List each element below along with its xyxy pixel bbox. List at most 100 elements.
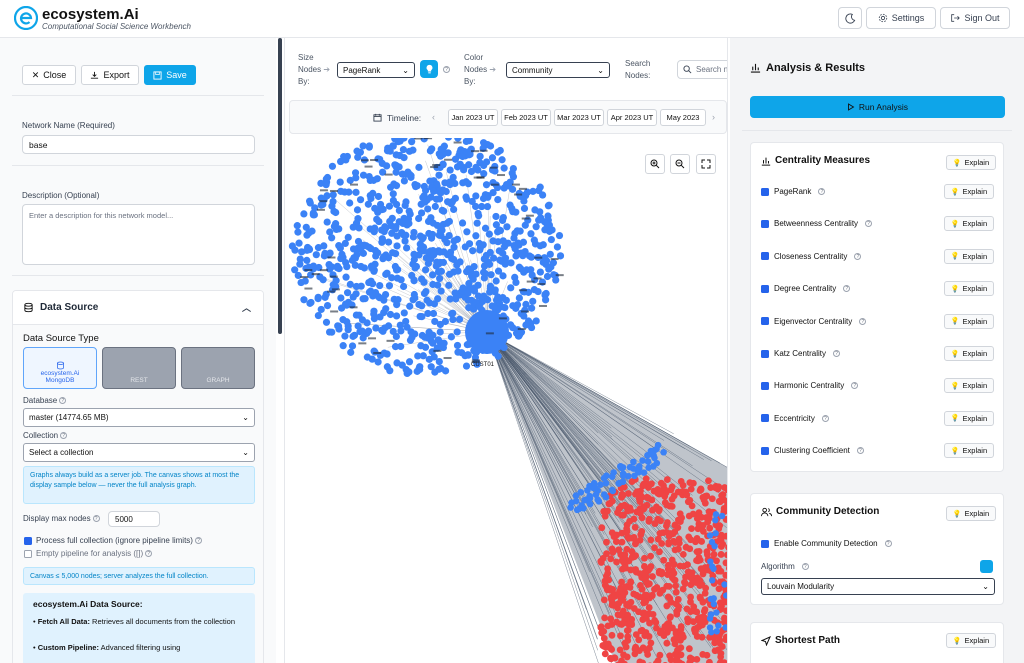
measure-explain-button[interactable]: 💡 Explain	[944, 443, 994, 459]
graph-node	[651, 544, 658, 552]
graph-node	[660, 448, 667, 456]
measure-checkbox[interactable]	[761, 349, 769, 358]
measure-checkbox[interactable]	[761, 414, 769, 423]
size-nodes-select[interactable]: PageRank ⌄	[337, 62, 415, 78]
measure-checkbox[interactable]	[761, 187, 769, 196]
graph-node	[645, 604, 653, 611]
close-icon: ✕	[31, 69, 40, 80]
theme-toggle-button[interactable]	[838, 7, 862, 29]
graph-node	[305, 229, 313, 237]
color-nodes-select[interactable]: Community ⌄	[506, 62, 610, 78]
export-button[interactable]: Export	[81, 65, 139, 85]
timeline-date[interactable]: Mar 2023 UT	[554, 109, 604, 126]
measure-row[interactable]: Harmonic Centrality?	[761, 381, 859, 390]
measure-checkbox[interactable]	[761, 252, 769, 261]
size-explain-button[interactable]	[420, 60, 438, 78]
measure-explain-button[interactable]: 💡 Explain	[944, 410, 994, 426]
close-button[interactable]: ✕ Close	[22, 65, 76, 85]
measure-row[interactable]: Closeness Centrality?	[761, 252, 862, 261]
graph-node	[411, 294, 419, 302]
measure-row[interactable]: Eigenvector Centrality?	[761, 317, 867, 326]
measure-explain-button[interactable]: 💡 Explain	[944, 378, 994, 394]
measure-explain-button[interactable]: 💡 Explain	[944, 281, 994, 297]
graph-node	[425, 355, 433, 363]
graph-node	[370, 227, 378, 235]
measure-row[interactable]: Katz Centrality?	[761, 349, 841, 358]
zoom-out-button[interactable]	[670, 154, 690, 174]
graph-node	[666, 614, 674, 622]
timeline-date[interactable]: May 2023	[660, 109, 706, 126]
network-graph[interactable]: CUST01	[285, 138, 728, 663]
enable-community-checkbox[interactable]	[761, 539, 769, 548]
collection-select[interactable]: Select a collection ⌄	[23, 443, 255, 462]
save-button[interactable]: Save	[144, 65, 196, 85]
sign-out-button[interactable]: Sign Out	[940, 7, 1010, 29]
zoom-in-button[interactable]	[645, 154, 665, 174]
lightbulb-icon: 💡	[952, 159, 962, 167]
measure-label: Betweenness Centrality	[774, 219, 859, 229]
chevron-right-icon[interactable]: ›	[712, 112, 715, 122]
graph-node	[555, 231, 564, 240]
database-select[interactable]: master (14774.65 MB) ⌄	[23, 408, 255, 427]
help-icon: ?	[818, 188, 826, 195]
measure-explain-button[interactable]: 💡 Explain	[944, 248, 994, 264]
graph-node-label	[368, 337, 377, 340]
measure-explain-button[interactable]: 💡 Explain	[944, 184, 994, 199]
source-tile-rest[interactable]: REST	[102, 347, 176, 389]
algorithm-explain-button[interactable]	[980, 560, 993, 573]
measure-checkbox[interactable]	[761, 317, 769, 326]
timeline-date[interactable]: Apr 2023 UT	[607, 109, 657, 126]
process-full-checkbox[interactable]	[24, 537, 32, 545]
measure-row[interactable]: Degree Centrality?	[761, 284, 851, 293]
measure-row[interactable]: Eccentricity?	[761, 414, 829, 423]
graph-node	[463, 228, 471, 236]
graph-node	[701, 564, 709, 571]
description-textarea[interactable]: Enter a description for this network mod…	[22, 204, 255, 265]
graph-node-label	[521, 217, 530, 220]
measure-explain-button[interactable]: 💡 Explain	[944, 346, 994, 361]
measure-checkbox[interactable]	[761, 284, 769, 293]
run-analysis-button[interactable]: Run Analysis	[750, 96, 1005, 118]
graph-node-label	[471, 150, 480, 153]
fullscreen-button[interactable]	[696, 154, 716, 174]
graph-node	[395, 206, 403, 215]
source-tile-mongodb[interactable]: ecosystem.Ai MongoDB	[23, 347, 97, 389]
settings-button[interactable]: Settings	[866, 7, 936, 29]
graph-node	[336, 178, 344, 186]
community-explain-button[interactable]: 💡 Explain	[946, 506, 996, 521]
chevron-up-icon[interactable]: ︿	[242, 301, 251, 314]
graph-node	[426, 177, 434, 185]
measure-checkbox[interactable]	[761, 446, 769, 455]
graph-node	[516, 227, 524, 235]
empty-pipeline-checkbox[interactable]	[24, 550, 32, 558]
measure-checkbox[interactable]	[761, 381, 769, 390]
graph-node	[492, 212, 500, 221]
display-max-input[interactable]: 5000	[108, 511, 160, 527]
panel-resize-handle[interactable]	[278, 38, 282, 334]
shortest-path-explain-button[interactable]: 💡 Explain	[946, 633, 996, 648]
graph-node	[726, 549, 727, 552]
network-name-input[interactable]: base	[22, 135, 255, 154]
centrality-explain-button[interactable]: 💡 Explain	[946, 155, 996, 170]
graph-node	[706, 524, 714, 532]
measure-explain-button[interactable]: 💡 Explain	[944, 216, 994, 232]
graph-node	[617, 632, 624, 640]
measure-row[interactable]: Betweenness Centrality?	[761, 219, 873, 229]
measure-row[interactable]: Clustering Coefficient?	[761, 446, 864, 455]
graph-node-label	[485, 332, 494, 335]
source-tile-graph[interactable]: GRAPH	[181, 347, 255, 389]
graph-node	[607, 555, 615, 563]
lightbulb-icon: 💡	[950, 350, 960, 358]
timeline-date[interactable]: Jan 2023 UT	[448, 109, 498, 126]
algorithm-select[interactable]: Louvain Modularity ⌄	[761, 578, 995, 595]
measure-checkbox[interactable]	[761, 219, 769, 228]
measure-row[interactable]: PageRank?	[761, 187, 826, 196]
timeline-date[interactable]: Feb 2023 UT	[501, 109, 551, 126]
chevron-left-icon[interactable]: ‹	[432, 112, 435, 122]
measure-explain-button[interactable]: 💡 Explain	[944, 313, 994, 329]
graph-node	[494, 195, 502, 204]
data-source-header[interactable]: Data Source ︿	[13, 291, 263, 325]
graph-node	[663, 519, 671, 526]
graph-node	[321, 249, 329, 257]
enable-community-row[interactable]: Enable Community Detection?	[761, 539, 892, 548]
